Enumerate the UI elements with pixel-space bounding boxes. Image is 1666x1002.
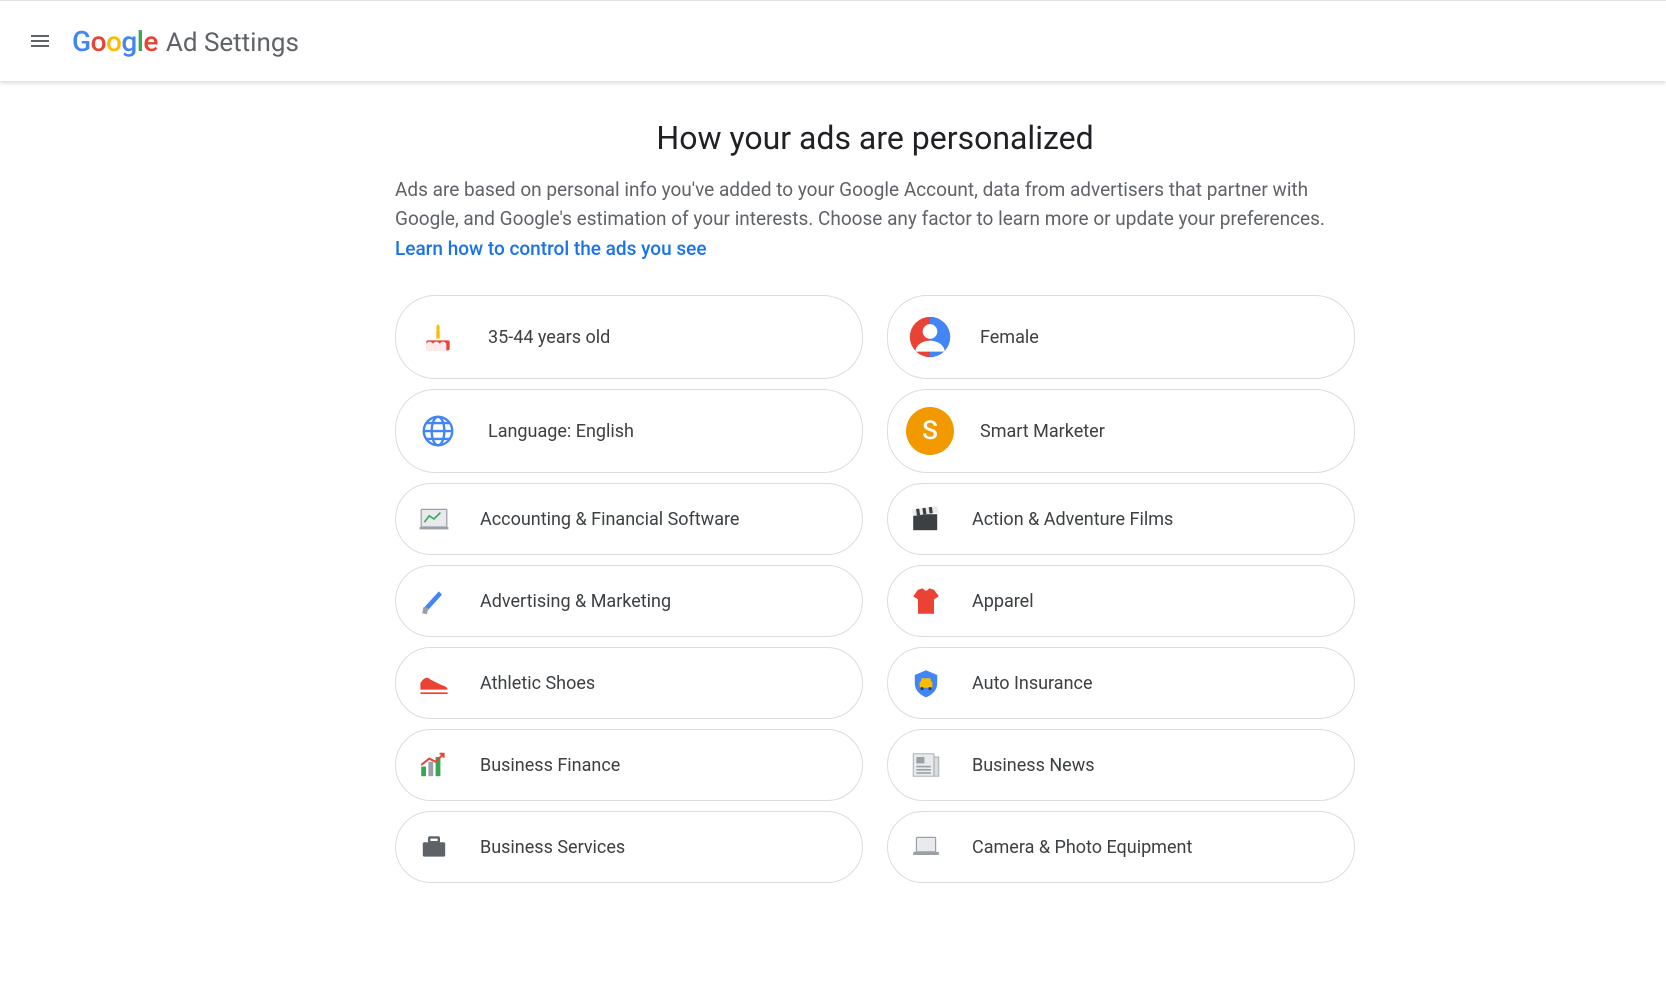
factor-grid: 35-44 years old Female [395, 295, 1355, 883]
logo-letter: o [91, 25, 106, 58]
menu-icon [28, 29, 52, 53]
page-description: Ads are based on personal info you've ad… [395, 175, 1355, 263]
main-content: How your ads are personalized Ads are ba… [395, 81, 1355, 883]
factor-label: Apparel [972, 591, 1034, 612]
birthday-cake-icon [414, 313, 462, 361]
hamburger-menu-button[interactable] [16, 17, 64, 65]
megaphone-icon [414, 581, 454, 621]
bar-chart-icon [414, 745, 454, 785]
factor-age[interactable]: 35-44 years old [395, 295, 863, 379]
film-clapper-icon [906, 499, 946, 539]
factor-smart-marketer[interactable]: S Smart Marketer [887, 389, 1355, 473]
factor-label: 35-44 years old [488, 327, 610, 348]
logo-letter: g [121, 25, 136, 58]
logo-group: Google Ad Settings [72, 25, 299, 58]
factor-gender[interactable]: Female [887, 295, 1355, 379]
logo-letter: o [106, 25, 121, 58]
factor-business-finance[interactable]: Business Finance [395, 729, 863, 801]
factor-language[interactable]: Language: English [395, 389, 863, 473]
factor-label: Business Services [480, 837, 625, 858]
factor-advertising-marketing[interactable]: Advertising & Marketing [395, 565, 863, 637]
briefcase-icon [414, 827, 454, 867]
factor-label: Female [980, 327, 1039, 348]
globe-icon [414, 407, 462, 455]
page-title: How your ads are personalized [395, 119, 1355, 157]
factor-action-films[interactable]: Action & Adventure Films [887, 483, 1355, 555]
factor-label: Smart Marketer [980, 421, 1105, 442]
laptop-icon [906, 827, 946, 867]
factor-label: Camera & Photo Equipment [972, 837, 1192, 858]
app-header: Google Ad Settings [0, 0, 1666, 81]
factor-label: Language: English [488, 421, 634, 442]
description-text: Ads are based on personal info you've ad… [395, 178, 1325, 230]
factor-athletic-shoes[interactable]: Athletic Shoes [395, 647, 863, 719]
factor-auto-insurance[interactable]: Auto Insurance [887, 647, 1355, 719]
factor-label: Action & Adventure Films [972, 509, 1173, 530]
learn-more-link[interactable]: Learn how to control the ads you see [395, 237, 707, 260]
sneaker-icon [414, 663, 454, 703]
factor-label: Business Finance [480, 755, 620, 776]
factor-camera-photo[interactable]: Camera & Photo Equipment [887, 811, 1355, 883]
tshirt-icon [906, 581, 946, 621]
factor-business-news[interactable]: Business News [887, 729, 1355, 801]
factor-business-services[interactable]: Business Services [395, 811, 863, 883]
product-name: Ad Settings [166, 28, 299, 58]
logo-letter: e [143, 25, 158, 58]
factor-apparel[interactable]: Apparel [887, 565, 1355, 637]
accounting-icon [414, 499, 454, 539]
factor-label: Business News [972, 755, 1095, 776]
factor-label: Auto Insurance [972, 673, 1093, 694]
shield-car-icon [906, 663, 946, 703]
factor-accounting-software[interactable]: Accounting & Financial Software [395, 483, 863, 555]
person-icon [906, 313, 954, 361]
factor-label: Athletic Shoes [480, 673, 595, 694]
newspaper-icon [906, 745, 946, 785]
smart-marketer-icon: S [906, 407, 954, 455]
logo-letter: G [72, 25, 91, 58]
google-logo: Google [72, 25, 158, 58]
factor-label: Accounting & Financial Software [480, 509, 739, 530]
factor-label: Advertising & Marketing [480, 591, 671, 612]
